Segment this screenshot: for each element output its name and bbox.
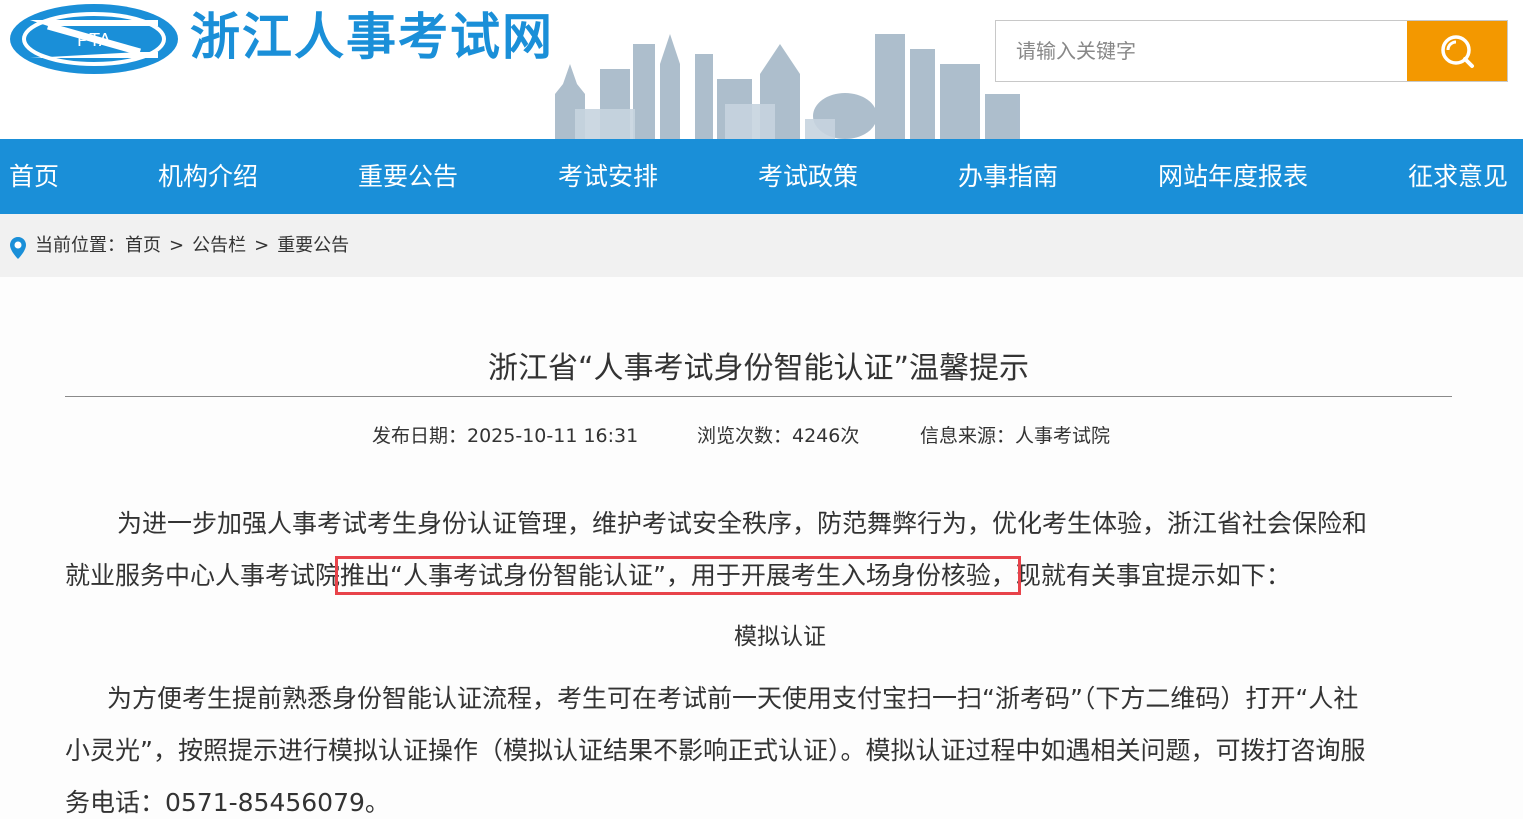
nav-item-feedback[interactable]: 征求意见: [1408, 139, 1508, 214]
paragraph-line: 小灵光”，按照提示进行模拟认证操作（模拟认证结果不影响正式认证）。模拟认证过程中…: [65, 736, 1366, 765]
paragraph-line: 就业服务中心人事考试院推出“人事考试身份智能认证”，用于开展考生入场身份核验，现…: [65, 550, 1452, 602]
nav-item-policy[interactable]: 考试政策: [758, 139, 858, 214]
highlighted-text: 推出“人事考试身份智能认证”，用于开展考生入场身份核验，: [335, 556, 1021, 595]
breadcrumb-item-home[interactable]: 首页: [125, 214, 161, 277]
breadcrumb-separator: >: [254, 235, 270, 256]
paragraph-text: 就业服务中心人事考试院: [65, 561, 341, 590]
nav-item-guide[interactable]: 办事指南: [958, 139, 1058, 214]
paragraph-line: 为方便考生提前熟悉身份智能认证流程，考生可在考试前一天使用支付宝扫一扫“浙考码”…: [107, 684, 1359, 713]
search-box: [995, 20, 1508, 82]
breadcrumb: 当前位置：首页 > 公告栏 > 重要公告: [0, 214, 1523, 277]
breadcrumb-separator: >: [169, 235, 185, 256]
title-divider: [65, 396, 1452, 397]
publish-date: 发布日期：2025-10-11 16:31: [372, 425, 639, 447]
city-skyline-banner: [555, 34, 1020, 139]
paragraph-line: 务电话：0571-85456079。: [65, 788, 390, 817]
nav-item-annual-report[interactable]: 网站年度报表: [1158, 139, 1308, 214]
search-input[interactable]: [996, 21, 1408, 81]
nav-item-home[interactable]: 首页: [9, 139, 59, 214]
breadcrumb-trail: 当前位置：首页 > 公告栏 > 重要公告: [35, 214, 349, 277]
section-heading: 模拟认证: [734, 624, 826, 650]
view-count: 浏览次数：4246次: [697, 425, 860, 447]
pta-logo[interactable]: PTA: [8, 2, 180, 76]
search-button[interactable]: [1407, 21, 1507, 81]
search-icon: [1441, 35, 1474, 68]
article: 浙江省“人事考试身份智能认证”温馨提示 发布日期：2025-10-11 16:3…: [0, 277, 1523, 819]
main-nav: 首页 机构介绍 重要公告 考试安排 考试政策 办事指南 网站年度报表 征求意见: [0, 139, 1523, 214]
breadcrumb-item-bulletin[interactable]: 公告栏: [192, 214, 246, 277]
breadcrumb-item-notices[interactable]: 重要公告: [277, 214, 349, 277]
site-header: PTA 浙江人事考试网: [0, 0, 1523, 139]
svg-text:PTA: PTA: [77, 30, 111, 50]
article-title: 浙江省“人事考试身份智能认证”温馨提示: [487, 351, 1030, 386]
article-paragraph-intro: 为进一步加强人事考试考生身份认证管理，维护考试安全秩序，防范舞弊行为，优化考生体…: [65, 498, 1452, 602]
nav-item-about[interactable]: 机构介绍: [158, 139, 258, 214]
site-title[interactable]: 浙江人事考试网: [190, 4, 554, 70]
breadcrumb-prefix: 当前位置：: [35, 235, 125, 256]
nav-item-schedule[interactable]: 考试安排: [558, 139, 658, 214]
location-pin-icon: [10, 237, 26, 259]
article-paragraph-simulation: 为方便考生提前熟悉身份智能认证流程，考生可在考试前一天使用支付宝扫一扫“浙考码”…: [65, 673, 1452, 819]
nav-item-notices[interactable]: 重要公告: [358, 139, 458, 214]
paragraph-line: 为进一步加强人事考试考生身份认证管理，维护考试安全秩序，防范舞弊行为，优化考生体…: [117, 509, 1368, 538]
paragraph-text: 现就有关事宜提示如下：: [1015, 561, 1291, 590]
info-source: 信息来源：人事考试院: [920, 425, 1111, 447]
